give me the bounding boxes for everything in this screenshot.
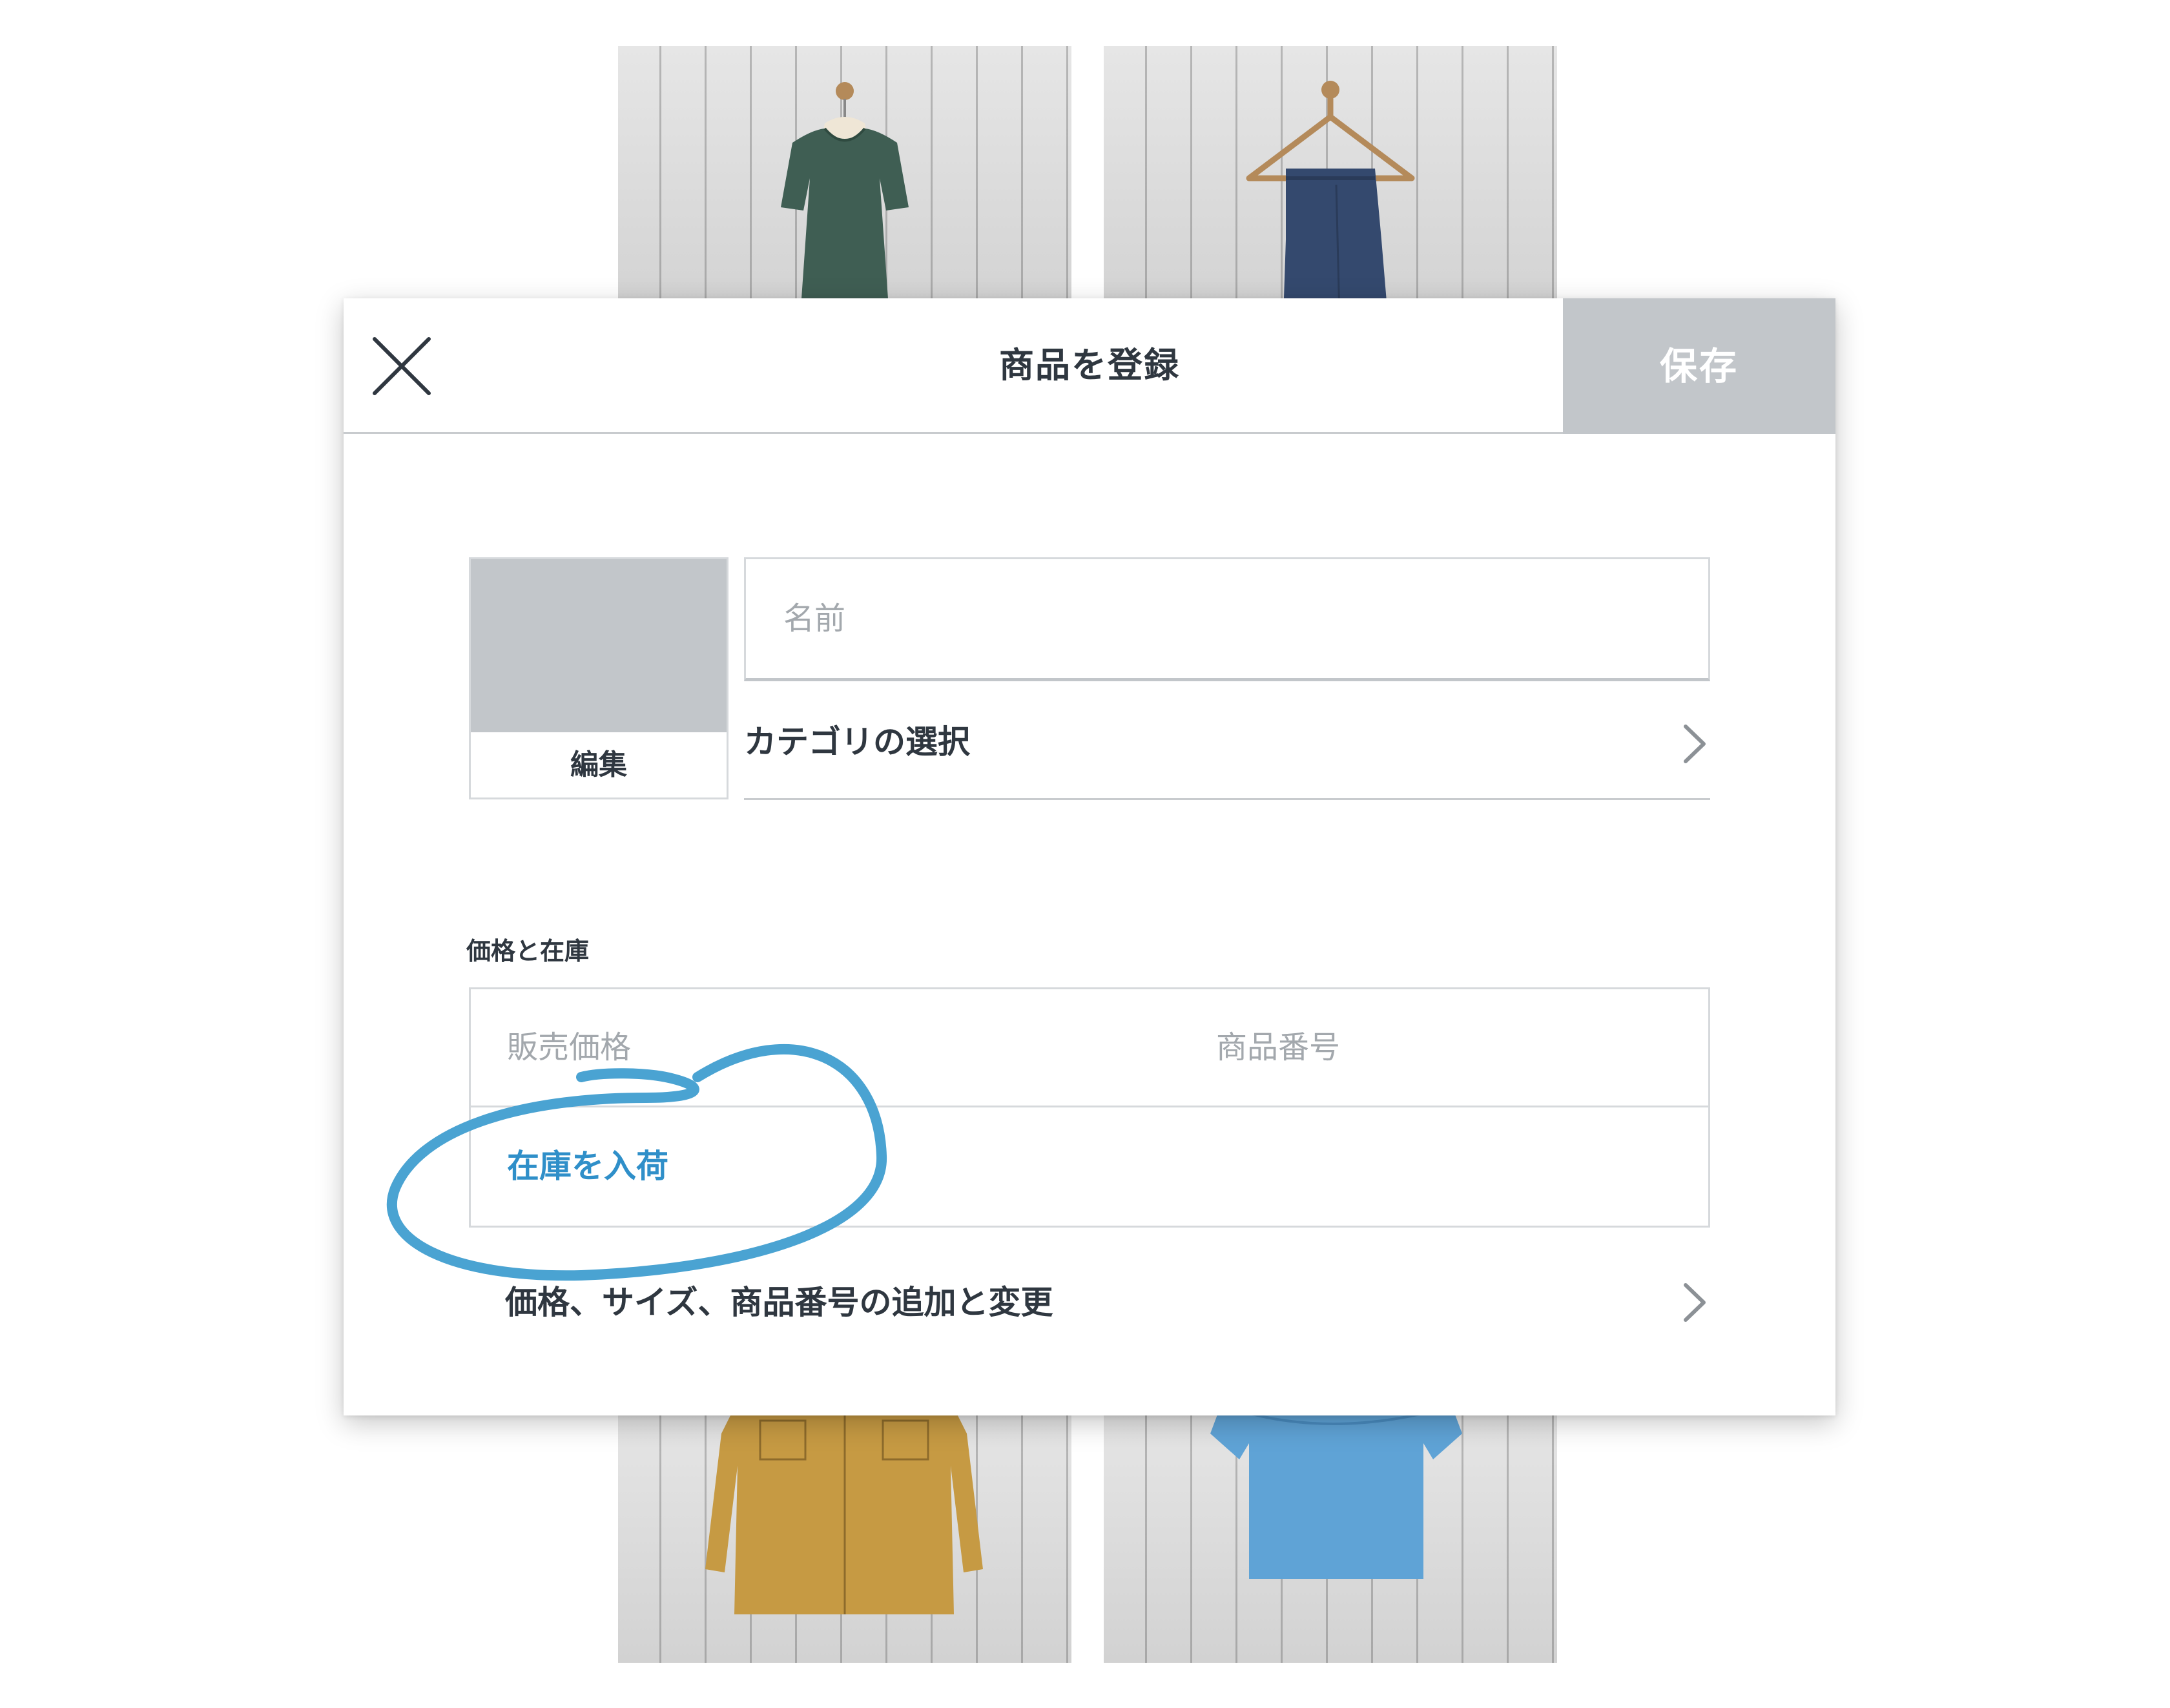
sale-price-input[interactable]: 販売価格: [507, 989, 631, 1106]
chevron-right-icon: [1679, 721, 1710, 767]
product-photo-dress: [618, 46, 1071, 317]
price-sku-row: 販売価格 商品番号: [471, 989, 1708, 1107]
jeans-image: [1246, 81, 1415, 317]
price-stock-box: 販売価格 商品番号 在庫を入荷: [469, 987, 1710, 1228]
save-button[interactable]: 保存: [1563, 298, 1835, 434]
restock-button[interactable]: 在庫を入荷: [507, 1107, 668, 1226]
restock-row: 在庫を入荷: [471, 1107, 1708, 1226]
variants-label: 価格、サイズ、商品番号の追加と変更: [505, 1284, 1053, 1321]
sku-input[interactable]: 商品番号: [1216, 989, 1340, 1106]
product-photo-jeans: [1104, 46, 1557, 317]
edit-image-button[interactable]: 編集: [471, 732, 727, 797]
product-photo-tee: [1104, 1408, 1557, 1663]
section-label-price-stock: 価格と在庫: [466, 937, 590, 965]
tee-image: [1210, 1408, 1462, 1579]
category-select-row[interactable]: カテゴリの選択: [744, 694, 1710, 800]
dress-image: [781, 82, 909, 317]
category-select-label: カテゴリの選択: [744, 723, 970, 761]
register-product-modal: 商品を登録 保存 編集 名前 カテゴリの選択 価格と在庫 販売価格 商品番号 在…: [344, 298, 1835, 1415]
product-photo-shirt: [618, 1408, 1071, 1663]
product-image-box[interactable]: 編集: [469, 557, 728, 799]
modal-header: 商品を登録 保存: [344, 298, 1835, 434]
shirt-image: [705, 1408, 983, 1614]
name-input[interactable]: 名前: [744, 557, 1710, 681]
image-placeholder[interactable]: [471, 559, 727, 732]
chevron-right-icon: [1679, 1280, 1710, 1325]
variants-row[interactable]: 価格、サイズ、商品番号の追加と変更: [469, 1254, 1710, 1351]
